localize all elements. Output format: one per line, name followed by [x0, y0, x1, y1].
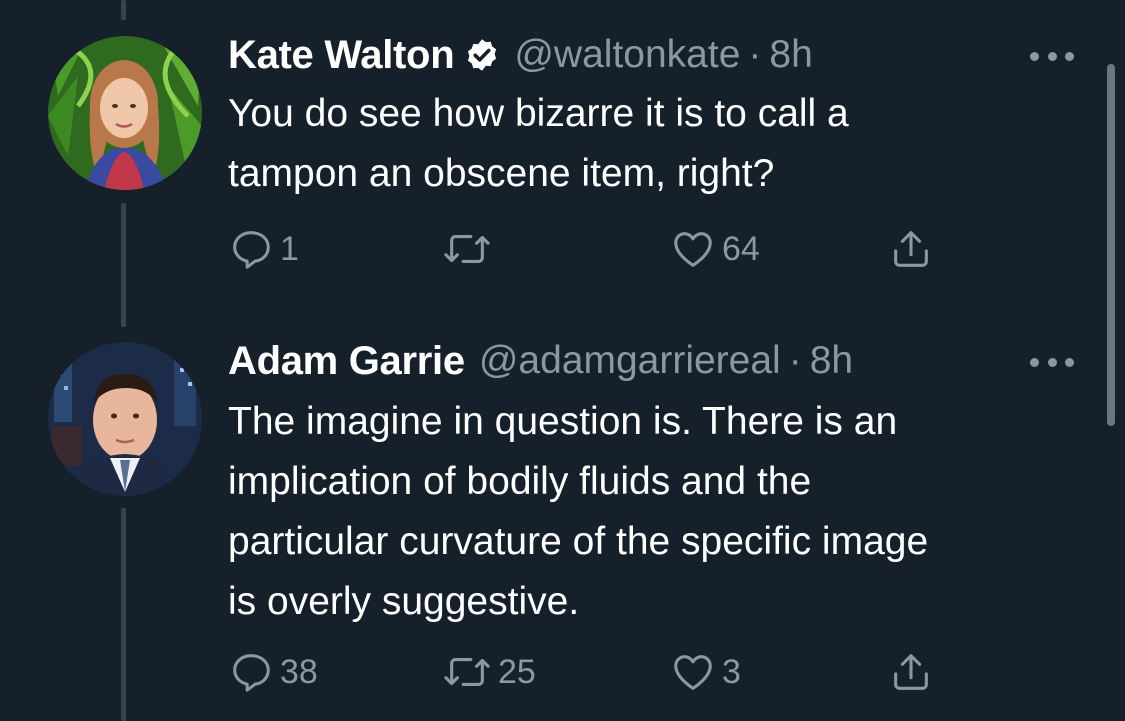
tweet-text: The imagine in question is. There is an …	[228, 392, 1088, 632]
author-handle[interactable]: @waltonkate	[514, 33, 740, 77]
verified-badge-icon	[464, 37, 500, 73]
separator-dot: ·	[748, 33, 762, 76]
tweet-thread: Kate Walton @waltonkate · 8h You do see …	[0, 0, 1125, 721]
share-button[interactable]	[888, 647, 934, 697]
tweet-text: You do see how bizarre it is to call a t…	[228, 84, 1088, 204]
reply-icon	[228, 226, 274, 272]
like-icon	[670, 649, 716, 695]
separator-dot: ·	[788, 339, 802, 382]
like-count: 3	[722, 652, 741, 691]
share-icon	[888, 649, 934, 695]
tweet-text-line: implication of bodily fluids and the	[228, 460, 812, 503]
tweet-text-line: particular curvature of the specific ima…	[228, 520, 929, 563]
thread-line-top	[121, 0, 126, 20]
avatar-adam-garrie[interactable]	[48, 342, 202, 496]
like-count: 64	[722, 229, 760, 268]
tweet-actions: 1 64	[228, 224, 988, 274]
author-name[interactable]: Adam Garrie	[228, 339, 465, 384]
reply-count: 38	[280, 652, 318, 691]
retweet-button[interactable]: 25	[442, 647, 536, 697]
tweet-text-line: The imagine in question is. There is an	[228, 400, 898, 443]
reply-count: 1	[280, 229, 299, 268]
more-icon[interactable]	[1030, 354, 1074, 370]
scrollbar[interactable]	[1107, 64, 1115, 426]
retweet-icon	[442, 226, 492, 272]
reply-button[interactable]: 38	[228, 647, 318, 697]
tweet-header: Adam Garrie @adamgarriereal · 8h	[228, 336, 853, 386]
like-icon	[670, 226, 716, 272]
like-button[interactable]: 64	[670, 224, 760, 274]
author-name[interactable]: Kate Walton	[228, 33, 455, 78]
avatar-kate-walton[interactable]	[48, 36, 202, 190]
like-button[interactable]: 3	[670, 647, 741, 697]
tweet-adam-garrie[interactable]: Adam Garrie @adamgarriereal · 8h The ima…	[0, 334, 1125, 721]
reply-button[interactable]: 1	[228, 224, 299, 274]
retweet-button[interactable]	[442, 224, 498, 274]
timestamp[interactable]: 8h	[810, 339, 853, 383]
tweet-kate-walton[interactable]: Kate Walton @waltonkate · 8h You do see …	[0, 28, 1125, 298]
timestamp[interactable]: 8h	[769, 33, 812, 77]
author-handle[interactable]: @adamgarriereal	[479, 339, 781, 383]
retweet-icon	[442, 649, 492, 695]
tweet-text-line: is overly suggestive.	[228, 580, 580, 623]
share-icon	[888, 226, 934, 272]
tweet-actions: 38 25 3	[228, 647, 988, 697]
reply-icon	[228, 649, 274, 695]
tweet-text-line: You do see how bizarre it is to call a	[228, 92, 849, 135]
tweet-text-line: tampon an obscene item, right?	[228, 152, 775, 195]
more-icon[interactable]	[1030, 48, 1074, 64]
tweet-header: Kate Walton @waltonkate · 8h	[228, 30, 813, 80]
share-button[interactable]	[888, 224, 934, 274]
retweet-count: 25	[498, 652, 536, 691]
